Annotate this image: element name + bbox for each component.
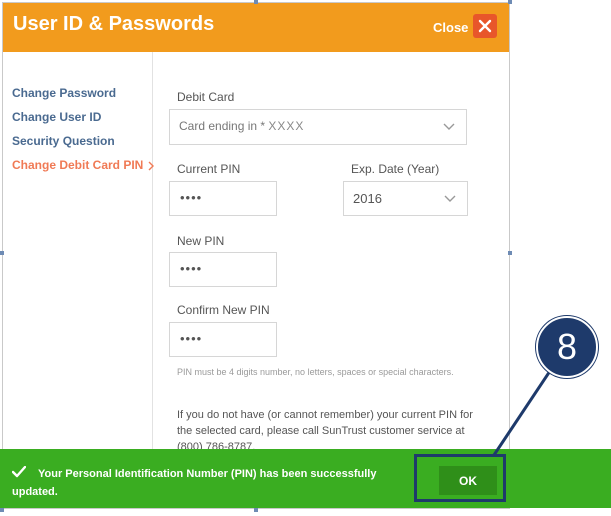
resize-handle (0, 508, 4, 512)
callout-pointer-line (492, 367, 554, 456)
resize-handle (254, 508, 258, 512)
resize-handle (508, 0, 512, 4)
resize-handle (508, 251, 512, 255)
step-callout-badge: 8 (536, 316, 598, 378)
resize-handle (0, 251, 4, 255)
resize-handle (254, 0, 258, 4)
